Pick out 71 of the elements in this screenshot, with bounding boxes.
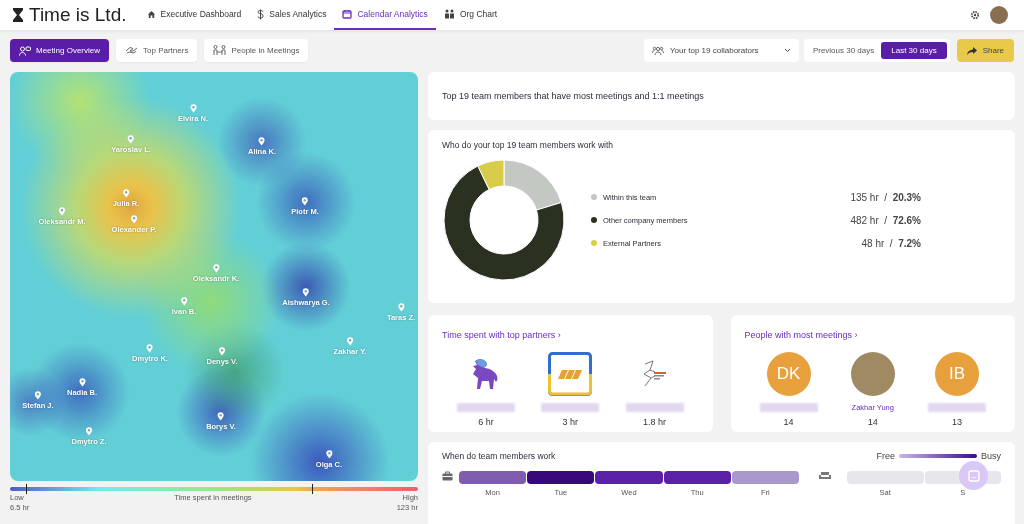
map-pin-icon[interactable] [302, 288, 310, 297]
view-tab[interactable]: Meeting Overview [10, 39, 110, 62]
chat-icon [967, 469, 980, 482]
settings-icon[interactable] [970, 10, 980, 20]
meeting-count: 14 [867, 417, 878, 427]
view-tab[interactable]: People in Meetings [204, 39, 309, 62]
hours-percent-value: 48 hr / 7.2% [861, 237, 921, 249]
hours-percent-value: 135 hr / 20.3% [850, 191, 921, 203]
map-pin-icon[interactable] [346, 337, 354, 346]
initials-avatar: DK [766, 352, 811, 396]
initials-avatar: IB [935, 352, 979, 396]
map-pin-icon[interactable] [34, 391, 42, 400]
card-title: When do team members work [442, 451, 557, 461]
hours-percent-value: 482 hr / 72.6% [850, 214, 921, 226]
nav-tab[interactable]: Org Chart [435, 0, 506, 30]
people-icon [651, 45, 664, 56]
hours-value: 1.8 hr [643, 417, 666, 427]
hourglass-icon [12, 7, 24, 23]
people-icon [443, 9, 455, 19]
home-icon [146, 9, 156, 19]
photo-placeholder [850, 352, 895, 396]
calendar-icon [342, 9, 353, 19]
period-option[interactable]: Previous 30 days [809, 42, 878, 59]
blurred-name-placeholder [625, 403, 684, 412]
legend-busy-label: Busy [981, 451, 1001, 461]
chat-bubbles-icon [19, 45, 31, 56]
map-pin-icon[interactable] [218, 347, 226, 356]
blurred-name-placeholder [457, 403, 515, 412]
map-pin-icon[interactable] [301, 197, 309, 206]
nav-tab[interactable]: Calendar Analytics [334, 0, 436, 30]
meeting-count: 13 [952, 417, 962, 427]
map-pin-icon[interactable] [258, 137, 266, 146]
summary-text: Top 19 team members that have most meetings and 1:1 meetings [442, 91, 704, 101]
hours-value: 3 hr [562, 417, 578, 427]
map-pin-icon[interactable] [127, 135, 135, 144]
striped-square-logo-icon [548, 352, 593, 396]
map-pin-icon[interactable] [78, 378, 86, 387]
user-avatar[interactable] [990, 6, 1008, 24]
collaborators-dropdown[interactable]: Your top 19 collaborators [643, 39, 799, 62]
map-pin-icon[interactable] [130, 215, 138, 224]
blurred-name-placeholder [541, 403, 600, 412]
map-pin-icon[interactable] [146, 344, 154, 353]
nav-tab[interactable]: Executive Dashboard [138, 0, 250, 30]
period-option[interactable]: Last 30 days [881, 42, 947, 59]
blurred-name-placeholder [928, 403, 986, 412]
map-pin-icon[interactable] [397, 303, 405, 312]
meeting-count: 14 [783, 417, 794, 427]
briefcase-icon [442, 471, 453, 481]
share-arrow-icon [966, 46, 977, 55]
card-title: Who do your top 19 team members work with [442, 140, 614, 150]
map-pin-icon[interactable] [180, 297, 188, 306]
map-pin-icon[interactable] [122, 189, 130, 198]
logo-text: Time is Ltd. [29, 4, 127, 26]
map-pin-icon[interactable] [217, 412, 225, 421]
nav-tab[interactable]: Sales Analytics [249, 0, 335, 30]
legend-free-label: Free [876, 451, 895, 461]
view-tab[interactable]: Top Partners [116, 39, 198, 62]
card-title-link[interactable]: People with most meetings › [744, 330, 858, 340]
map-pin-icon[interactable] [58, 207, 66, 216]
share-button[interactable]: Share [956, 39, 1014, 62]
chevron-down-icon [783, 48, 791, 53]
map-pin-icon[interactable] [325, 450, 333, 459]
handshake-icon [125, 46, 139, 55]
blurred-name-placeholder [759, 403, 818, 412]
map-pin-icon[interactable] [212, 264, 220, 273]
meeting-icon [213, 45, 227, 56]
card-title-link[interactable]: Time spent with top partners › [442, 330, 561, 340]
dollar-icon [257, 8, 265, 20]
map-pin-icon[interactable] [85, 427, 93, 436]
sofa-icon [819, 471, 831, 480]
hours-value: 6 hr [478, 417, 494, 427]
